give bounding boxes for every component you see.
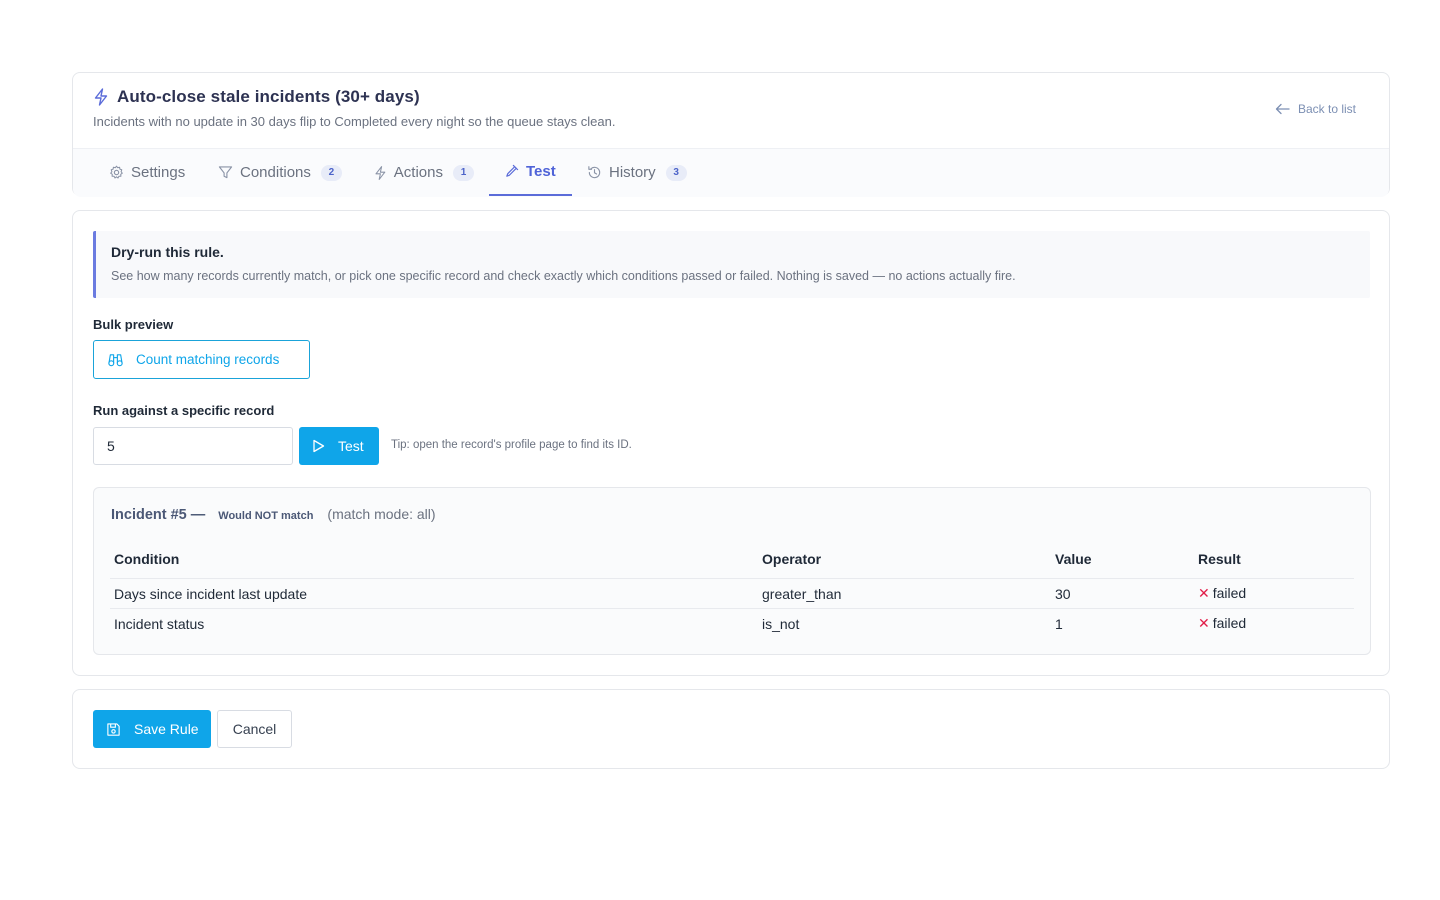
condition-cell: Incident status [110,608,758,638]
tab-actions-count-badge: 1 [453,164,474,181]
dry-run-title: Dry-run this rule. [111,244,224,260]
condition-results-table: Condition Operator Value Result Days sin… [110,540,1354,638]
value-cell: 1 [1051,608,1194,638]
test-result-header: Incident #5 — Would NOT match (match mod… [111,506,436,523]
bulk-preview-label: Bulk preview [93,317,174,332]
back-to-list-link[interactable]: Back to list [1275,102,1356,116]
count-matching-records-label: Count matching records [136,352,280,367]
bolt-icon [94,88,108,106]
condition-cell: Days since incident last update [110,578,758,609]
result-match-mode: (match mode: all) [327,506,436,522]
test-panel-card: Dry-run this rule. See how many records … [72,210,1390,676]
beaker-icon [506,164,519,177]
test-record-label: Test [338,438,364,454]
save-icon [107,722,120,736]
filter-icon [218,166,233,179]
fail-x-icon: ✕ [1198,585,1210,601]
specific-record-label: Run against a specific record [93,403,275,418]
column-header-result: Result [1198,551,1241,567]
operator-cell: is_not [758,608,1051,638]
binoculars-icon [108,354,123,367]
arrow-left-icon [1275,103,1290,115]
result-record-title: Incident #5 — [111,507,206,523]
back-to-list-label: Back to list [1297,102,1356,116]
result-text: failed [1212,615,1247,631]
test-result-box: Incident #5 — Would NOT match (match mod… [93,487,1371,655]
result-text: failed [1212,585,1247,601]
tab-conditions-count-badge: 2 [320,164,342,181]
dry-run-description: See how many records currently match, or… [111,269,1016,283]
dry-run-info-box: Dry-run this rule. See how many records … [93,231,1370,298]
table-row: Incident status is_not 1 ✕ failed [110,608,1354,638]
tab-conditions[interactable]: Conditions 2 [218,149,348,196]
column-header-operator: Operator [762,551,822,567]
tab-settings-label: Settings [131,164,186,181]
result-cell: ✕ failed [1194,608,1354,638]
record-id-input[interactable] [93,427,293,465]
fail-x-icon: ✕ [1198,615,1210,631]
tab-test-label: Test [526,163,556,180]
gear-icon [110,165,123,179]
bolt-icon [375,165,386,180]
operator-cell: greater_than [758,578,1051,609]
table-header-row: Condition Operator Value Result [110,540,1354,579]
column-header-value: Value [1055,551,1092,567]
tab-settings[interactable]: Settings [109,149,191,196]
tab-history[interactable]: History 3 [587,149,697,196]
tab-test[interactable]: Test [489,149,572,196]
play-icon [313,439,325,453]
result-match-status: Would NOT match [218,510,314,522]
save-rule-label: Save Rule [134,721,199,737]
column-header-condition: Condition [114,551,180,567]
page-subtitle: Incidents with no update in 30 days flip… [93,114,616,129]
value-cell: 30 [1051,578,1194,609]
record-id-tip: Tip: open the record's profile page to f… [391,439,632,451]
tab-history-count-badge: 3 [665,164,687,181]
cancel-button[interactable]: Cancel [217,710,292,748]
tab-actions-label: Actions [393,164,443,181]
table-row: Days since incident last update greater_… [110,578,1354,609]
count-matching-records-button[interactable]: Count matching records [93,340,310,379]
form-footer-card: Save Rule Cancel [72,689,1390,769]
test-record-button[interactable]: Test [299,427,379,465]
tab-history-label: History [609,164,656,181]
tab-conditions-label: Conditions [240,164,311,181]
title-row: Auto-close stale incidents (30+ days) [93,87,420,107]
save-rule-button[interactable]: Save Rule [93,710,211,748]
tab-actions[interactable]: Actions 1 [374,149,474,196]
rule-tabs: Settings Conditions 2 Actions 1 Test His… [73,148,1389,197]
result-cell: ✕ failed [1194,578,1354,609]
page-title: Auto-close stale incidents (30+ days) [117,87,420,106]
history-icon [588,166,601,179]
rule-header-card: Auto-close stale incidents (30+ days) In… [72,72,1390,197]
rule-header: Auto-close stale incidents (30+ days) In… [73,73,1389,148]
